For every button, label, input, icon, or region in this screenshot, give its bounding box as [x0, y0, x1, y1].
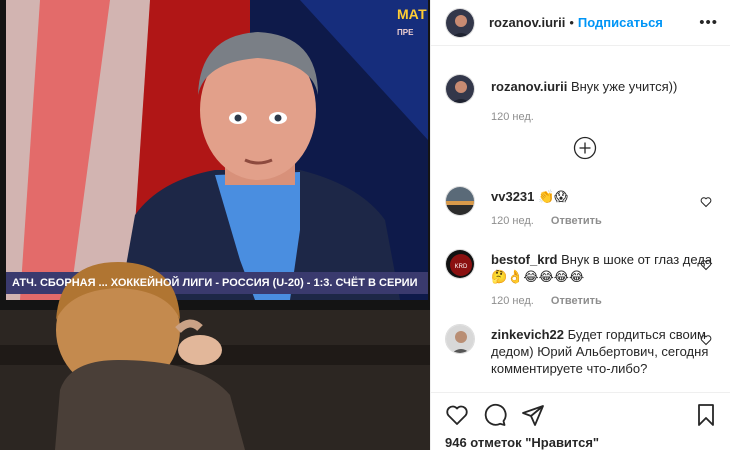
comment-meta: 120 нед. Ответить	[491, 293, 718, 310]
share-icon[interactable]	[521, 403, 545, 427]
comment-time[interactable]: 120 нед.	[491, 215, 534, 227]
comment-meta: 120 нед. Ответить	[491, 213, 718, 230]
comment-avatar[interactable]	[445, 186, 475, 216]
bookmark-icon[interactable]	[694, 403, 718, 427]
post-photo[interactable]: МАТ ПРЕ АТЧ. СБОРНАЯ ... ХОККЕЙНОЙ ЛИГИ …	[0, 0, 430, 450]
more-options-icon[interactable]: •••	[699, 14, 718, 31]
comment-item: vv3231 👏😱 120 нед. Ответить	[431, 186, 730, 230]
comment-item: zinkevich22 Будет гордиться своим дедом)…	[431, 324, 730, 377]
caption-username[interactable]: rozanov.iurii	[491, 79, 567, 94]
caption-meta: 120 нед.	[491, 105, 718, 126]
comment-body: zinkevich22 Будет гордиться своим дедом)…	[491, 324, 718, 377]
comment-icon[interactable]	[483, 403, 507, 427]
like-comment-icon[interactable]	[700, 259, 712, 271]
comment-username[interactable]: bestof_krd	[491, 252, 557, 267]
caption-avatar[interactable]	[445, 74, 475, 104]
comment-item: KRD bestof_krd Внук в шоке от глаз деда …	[431, 249, 730, 310]
channel-logo-text: МАТ	[397, 6, 427, 22]
post-header: rozanov.iurii • Подписаться •••	[431, 0, 730, 46]
caption-time[interactable]: 120 нед.	[491, 109, 534, 126]
action-icons	[445, 401, 718, 429]
caption-text: Внук уже учится))	[570, 79, 678, 94]
follow-button[interactable]: Подписаться	[578, 15, 663, 30]
likes-count[interactable]: 946 отметок "Нравится"	[445, 435, 718, 450]
comment-body: vv3231 👏😱 120 нед. Ответить	[491, 186, 718, 230]
post-actions: 946 отметок "Нравится"	[431, 392, 730, 450]
channel-logo-sub: ПРЕ	[397, 28, 414, 37]
comment-body: bestof_krd Внук в шоке от глаз деда 🤔👌😂😂…	[491, 249, 718, 310]
caption-body: rozanov.iurii Внук уже учится)) 120 нед.	[491, 74, 718, 126]
svg-text:KRD: KRD	[455, 264, 468, 270]
author-avatar[interactable]	[445, 7, 475, 38]
comment-avatar[interactable]: KRD	[445, 249, 475, 279]
header-separator: •	[569, 15, 574, 30]
comment-avatar[interactable]	[445, 324, 475, 354]
post-sidebar: rozanov.iurii • Подписаться ••• rozanov.…	[430, 0, 730, 450]
comment-time[interactable]: 120 нед.	[491, 295, 534, 307]
reply-button[interactable]: Ответить	[551, 295, 602, 307]
comments-list[interactable]: rozanov.iurii Внук уже учится)) 120 нед.	[431, 46, 730, 392]
comment-text: 👏😱	[538, 189, 568, 204]
author-username[interactable]: rozanov.iurii	[489, 15, 565, 30]
tv-ticker: АТЧ. СБОРНАЯ ... ХОККЕЙНОЙ ЛИГИ - РОССИЯ…	[12, 277, 418, 289]
like-comment-icon[interactable]	[700, 196, 712, 208]
channel-logo: МАТ ПРЕ	[397, 6, 427, 38]
comment-username[interactable]: zinkevich22	[491, 327, 564, 342]
like-icon[interactable]	[445, 403, 469, 427]
caption: rozanov.iurii Внук уже учится)) 120 нед.	[431, 46, 730, 126]
photo-illustration	[0, 0, 430, 450]
like-comment-icon[interactable]	[700, 334, 712, 346]
instagram-post: МАТ ПРЕ АТЧ. СБОРНАЯ ... ХОККЕЙНОЙ ЛИГИ …	[0, 0, 730, 450]
comment-username[interactable]: vv3231	[491, 189, 534, 204]
load-more-comments-icon[interactable]	[573, 136, 597, 160]
reply-button[interactable]: Ответить	[551, 215, 602, 227]
